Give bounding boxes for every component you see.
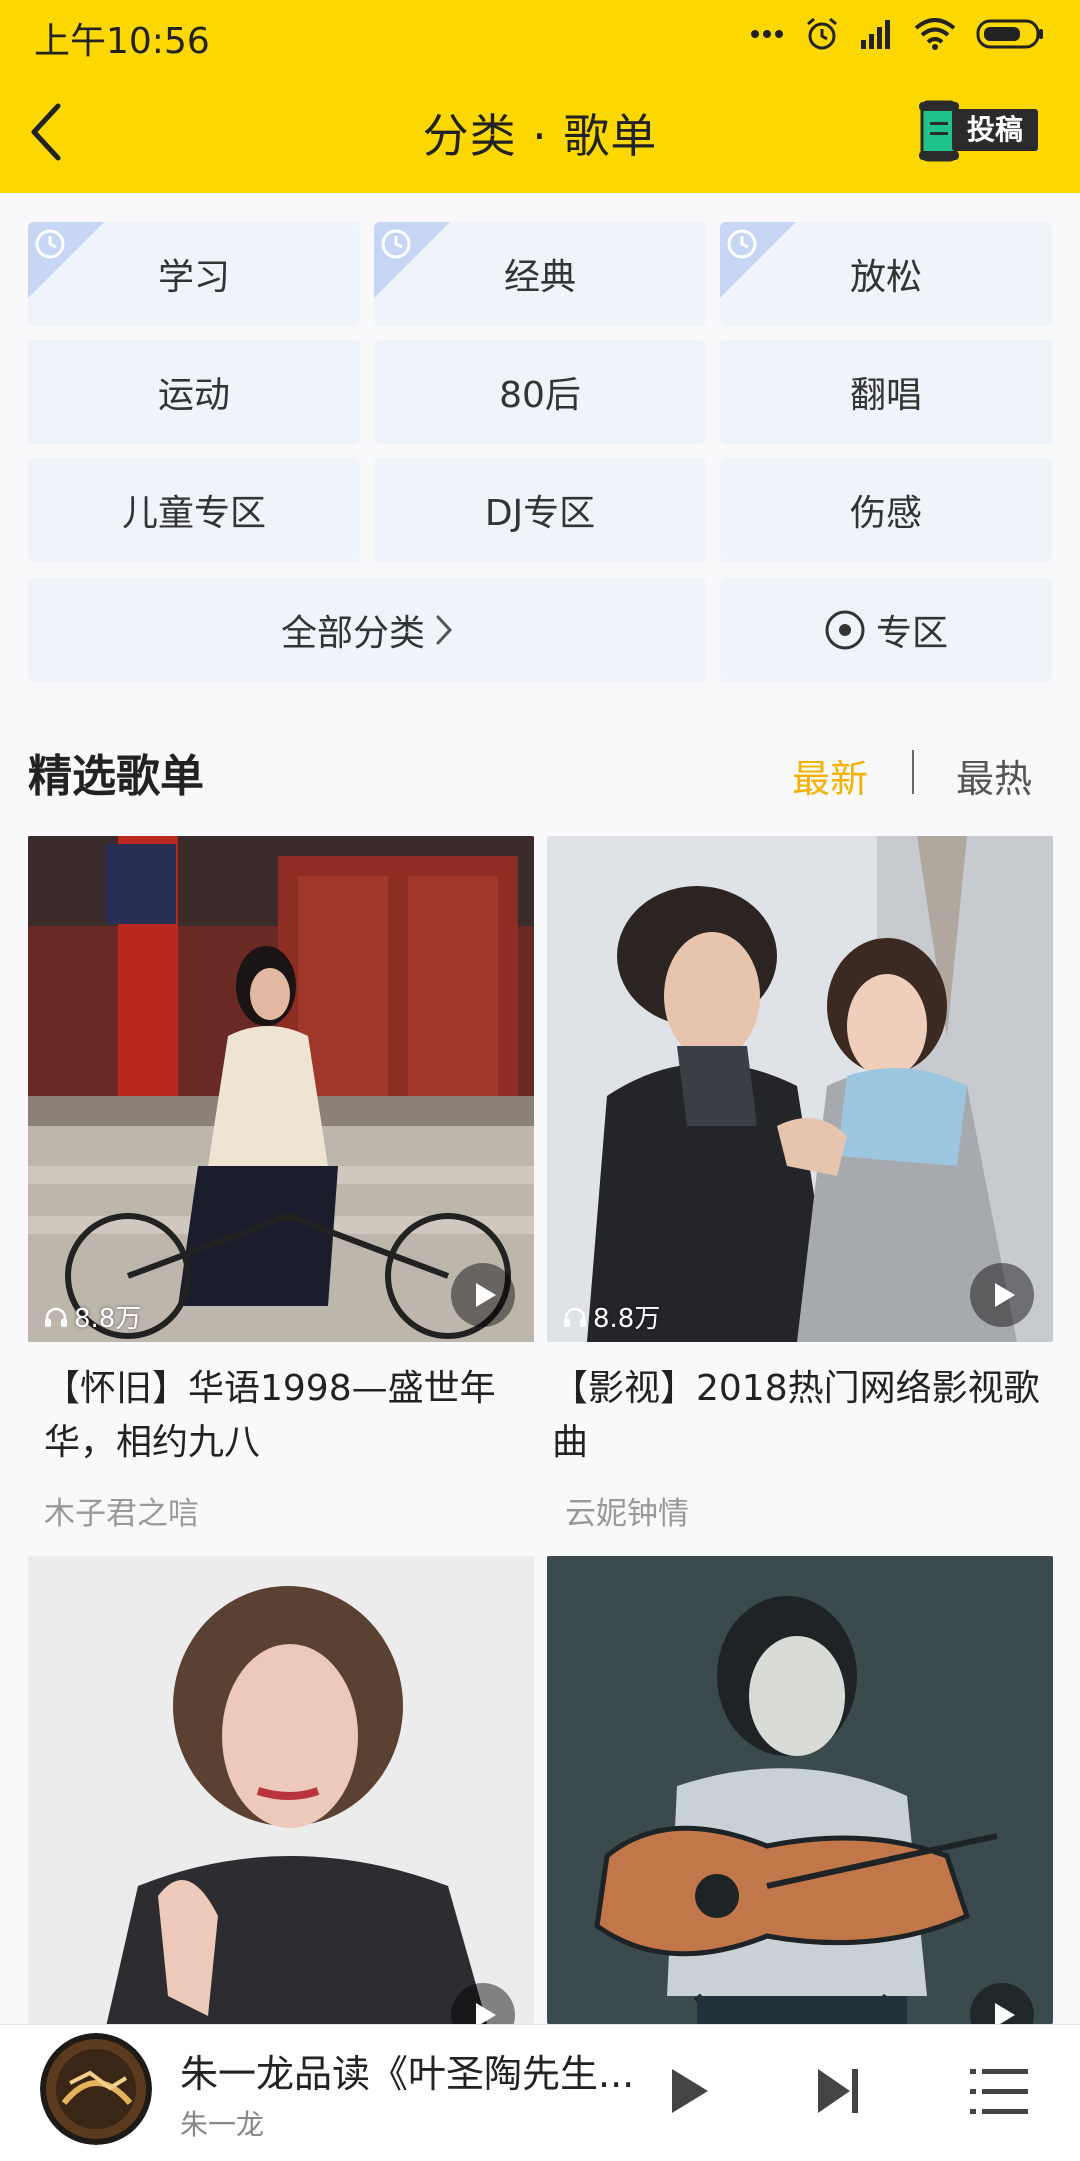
- top-bar: 上午10:56 分类 · 歌单 投稿: [0, 0, 1080, 193]
- tab-newest[interactable]: 最新: [792, 748, 868, 803]
- category-label: 放松: [849, 257, 922, 298]
- play-count: 8.8万: [44, 1298, 141, 1335]
- mini-player[interactable]: 朱一龙品读《叶圣陶先生... 朱一龙: [0, 2024, 1080, 2161]
- wifi-icon: [914, 18, 956, 50]
- cover-image: [547, 1556, 1053, 2024]
- playlist-author[interactable]: 云妮钟情: [565, 1488, 689, 1533]
- recent-clock-icon: [720, 222, 796, 298]
- section-title: 精选歌单: [28, 751, 204, 802]
- playlist-queue-icon[interactable]: [970, 2065, 1030, 2119]
- category-label: 伤感: [849, 493, 922, 534]
- category-sad[interactable]: 伤感: [720, 458, 1052, 562]
- playlist-author[interactable]: 木子君之唁: [44, 1488, 199, 1533]
- recent-clock-icon: [28, 222, 104, 298]
- player-artist: 朱一龙: [180, 2108, 265, 2141]
- category-label: DJ专区: [484, 493, 596, 534]
- all-categories-label: 全部分类: [280, 613, 425, 654]
- play-count-value: 8.8万: [593, 1304, 661, 1334]
- tab-hottest[interactable]: 最热: [956, 748, 1032, 803]
- play-count-value: 8.8万: [74, 1304, 142, 1334]
- category-label: 运动: [157, 375, 230, 416]
- headphones-icon: [564, 1307, 586, 1327]
- category-sports[interactable]: 运动: [28, 340, 360, 444]
- submit-button[interactable]: 投稿: [918, 100, 1042, 162]
- zone-button[interactable]: 专区: [720, 578, 1052, 682]
- chevron-right-icon: [436, 615, 453, 645]
- play-icon[interactable]: [450, 1982, 516, 2024]
- submit-label: 投稿: [952, 109, 1038, 151]
- playlist-title[interactable]: 【怀旧】华语1998—盛世年华，相约九八: [44, 1362, 534, 1470]
- battery-icon: [976, 19, 1043, 49]
- category-dj[interactable]: DJ专区: [374, 458, 706, 562]
- category-label: 80后: [499, 375, 581, 416]
- category-label: 儿童专区: [121, 493, 266, 534]
- play-count: 8.8万: [563, 1298, 660, 1335]
- category-label: 经典: [503, 257, 576, 298]
- zone-label: 专区: [875, 613, 948, 654]
- disc-icon: [825, 610, 865, 650]
- category-80s[interactable]: 80后: [374, 340, 706, 444]
- more-dots-icon: [751, 30, 783, 38]
- all-categories-button[interactable]: 全部分类: [28, 578, 706, 682]
- playlist-cover[interactable]: 8.8万: [28, 836, 534, 1342]
- playlist-title[interactable]: 【影视】2018热门网络影视歌曲: [552, 1362, 1042, 1470]
- playlist-cover[interactable]: [28, 1556, 534, 2024]
- playlist-cover[interactable]: [547, 1556, 1053, 2024]
- status-time: 上午10:56: [34, 21, 210, 62]
- playlist-cover[interactable]: 8.8万: [547, 836, 1053, 1342]
- category-covers[interactable]: 翻唱: [720, 340, 1052, 444]
- category-study[interactable]: 学习: [28, 222, 360, 326]
- category-classic[interactable]: 经典: [374, 222, 706, 326]
- player-album-art: [40, 2033, 152, 2145]
- next-track-icon[interactable]: [814, 2061, 864, 2121]
- category-kids[interactable]: 儿童专区: [28, 458, 360, 562]
- tab-divider: [912, 750, 914, 794]
- player-track-title: 朱一龙品读《叶圣陶先生...: [180, 2052, 635, 2096]
- alarm-icon: [807, 17, 837, 50]
- headphones-icon: [45, 1307, 67, 1327]
- cover-image: [28, 1556, 534, 2024]
- category-relax[interactable]: 放松: [720, 222, 1052, 326]
- recent-clock-icon: [374, 222, 450, 298]
- category-label: 翻唱: [849, 375, 922, 416]
- category-label: 学习: [157, 257, 230, 298]
- play-icon[interactable]: [664, 2061, 714, 2121]
- status-icons: [750, 14, 1046, 54]
- signal-icon: [861, 20, 890, 49]
- play-icon[interactable]: [450, 1262, 516, 1328]
- play-icon[interactable]: [969, 1262, 1035, 1328]
- play-icon[interactable]: [969, 1982, 1035, 2024]
